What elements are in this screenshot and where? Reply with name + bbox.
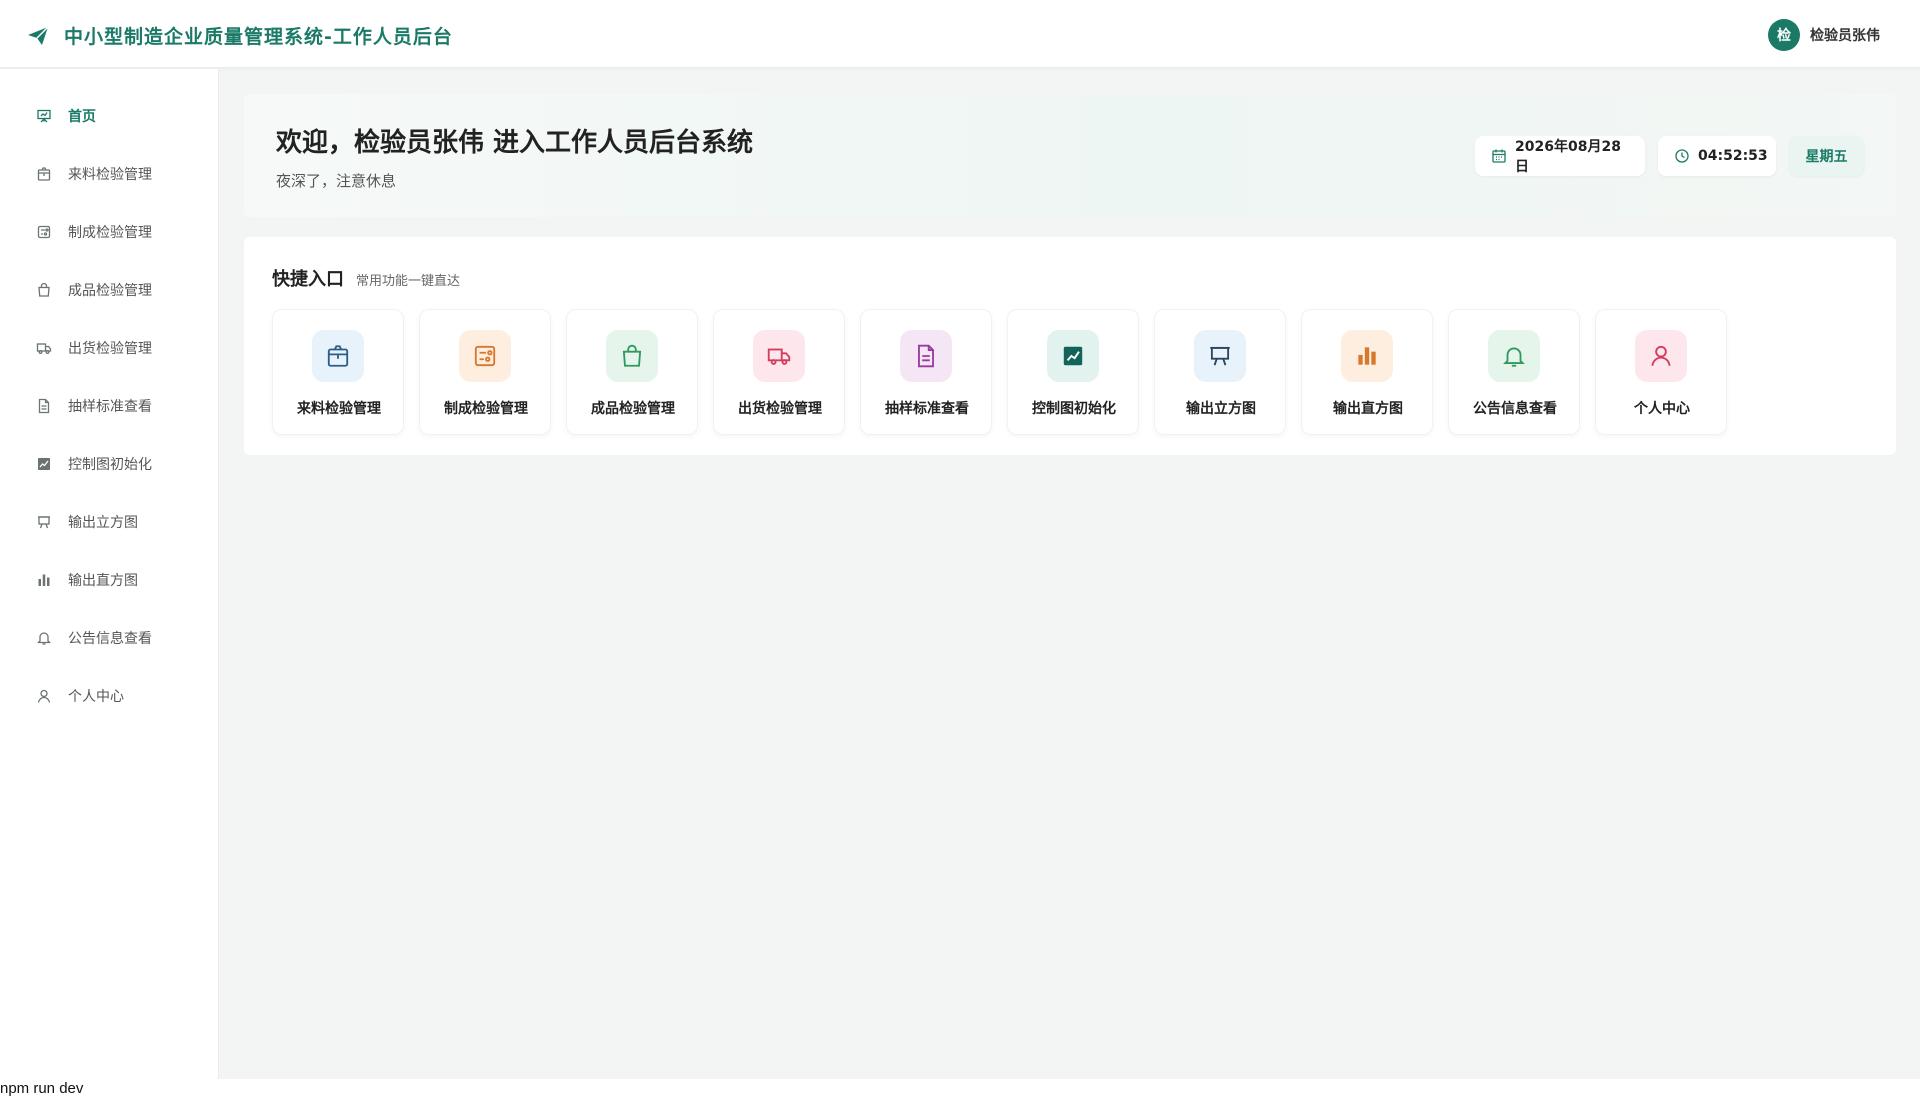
process-icon <box>459 330 511 382</box>
quick-card-announcements[interactable]: 公告信息查看 <box>1448 309 1580 435</box>
sidebar-item-label: 公告信息查看 <box>68 631 152 647</box>
quick-card-histogram[interactable]: 输出直方图 <box>1301 309 1433 435</box>
chart-icon <box>1047 330 1099 382</box>
bag-icon <box>36 282 52 298</box>
app-title: 中小型制造企业质量管理系统-工作人员后台 <box>64 26 453 48</box>
clock-icon <box>1674 148 1690 164</box>
user-menu[interactable]: 检 检验员张伟 <box>1768 19 1880 51</box>
quick-access-panel: 快捷入口 常用功能一键直达 来料检验管理 制成检验管理 成品检验管理 出货检验管… <box>244 237 1896 455</box>
date-pill: 2026年08月28日 <box>1475 136 1645 176</box>
quick-access-subtitle: 常用功能一键直达 <box>356 274 461 289</box>
quick-access-title: 快捷入口 <box>272 269 344 290</box>
sidebar-item-control-chart[interactable]: 控制图初始化 <box>0 444 219 484</box>
chart-icon <box>36 456 52 472</box>
sidebar-item-label: 控制图初始化 <box>68 457 152 473</box>
quick-card-profile[interactable]: 个人中心 <box>1595 309 1727 435</box>
sidebar-item-histogram[interactable]: 输出直方图 <box>0 560 219 600</box>
document-icon <box>900 330 952 382</box>
quick-card-incoming-inspection[interactable]: 来料检验管理 <box>272 309 404 435</box>
bell-icon <box>1488 330 1540 382</box>
sidebar-item-finished-inspection[interactable]: 成品检验管理 <box>0 270 219 310</box>
truck-icon <box>36 340 52 356</box>
sidebar-item-process-inspection[interactable]: 制成检验管理 <box>0 212 219 252</box>
calendar-icon <box>1491 148 1507 164</box>
truck-icon <box>753 330 805 382</box>
welcome-banner: 欢迎，检验员张伟 进入工作人员后台系统 夜深了，注意休息 2026年08月28日… <box>244 94 1896 217</box>
paper-plane-icon <box>26 24 50 48</box>
avatar[interactable]: 检 <box>1768 19 1800 51</box>
quick-card-label: 个人中心 <box>1634 401 1690 417</box>
quick-card-label: 抽样标准查看 <box>885 401 969 417</box>
quick-card-finished-inspection[interactable]: 成品检验管理 <box>566 309 698 435</box>
sidebar-item-profile[interactable]: 个人中心 <box>0 676 219 716</box>
top-bar: 中小型制造企业质量管理系统-工作人员后台 检 检验员张伟 <box>0 0 1920 68</box>
sidebar-item-label: 抽样标准查看 <box>68 399 152 415</box>
box-icon <box>36 166 52 182</box>
user-name[interactable]: 检验员张伟 <box>1810 25 1880 45</box>
quick-card-label: 出货检验管理 <box>738 401 822 417</box>
sidebar-item-home[interactable]: 首页 <box>0 96 219 136</box>
sidebar-item-cube-chart[interactable]: 输出立方图 <box>0 502 219 542</box>
sidebar-item-label: 出货检验管理 <box>68 341 152 357</box>
quick-card-label: 控制图初始化 <box>1032 401 1116 417</box>
sidebar-item-label: 成品检验管理 <box>68 283 152 299</box>
sidebar-item-label: 制成检验管理 <box>68 225 152 241</box>
quick-card-control-chart[interactable]: 控制图初始化 <box>1007 309 1139 435</box>
sidebar-item-label: 首页 <box>68 109 96 125</box>
quick-card-shipping-inspection[interactable]: 出货检验管理 <box>713 309 845 435</box>
sidebar: 首页 来料检验管理 制成检验管理 成品检验管理 出货检验管理 抽样标准查看 控制… <box>0 69 219 1080</box>
quick-card-label: 制成检验管理 <box>444 401 528 417</box>
quick-card-label: 成品检验管理 <box>591 401 675 417</box>
box-icon <box>312 330 364 382</box>
terminal-overlay-text: npm run dev <box>0 1079 1920 1098</box>
current-weekday: 星期五 <box>1805 149 1848 165</box>
bar-chart-icon <box>1341 330 1393 382</box>
document-icon <box>36 398 52 414</box>
sidebar-item-shipping-inspection[interactable]: 出货检验管理 <box>0 328 219 368</box>
brand[interactable]: 中小型制造企业质量管理系统-工作人员后台 <box>26 22 453 49</box>
welcome-subtitle: 夜深了，注意休息 <box>276 172 397 190</box>
time-pill: 04:52:53 <box>1658 136 1776 176</box>
easel-icon <box>36 514 52 530</box>
current-date: 2026年08月28日 <box>1515 139 1621 175</box>
presentation-icon <box>36 108 52 124</box>
current-time: 04:52:53 <box>1698 148 1768 164</box>
user-icon <box>36 688 52 704</box>
bell-icon <box>36 630 52 646</box>
bag-icon <box>606 330 658 382</box>
process-icon <box>36 224 52 240</box>
welcome-heading: 欢迎，检验员张伟 进入工作人员后台系统 <box>276 128 754 158</box>
sidebar-item-label: 个人中心 <box>68 689 124 705</box>
sidebar-item-announcements[interactable]: 公告信息查看 <box>0 618 219 658</box>
weekday-pill: 星期五 <box>1789 136 1864 176</box>
quick-card-cube-chart[interactable]: 输出立方图 <box>1154 309 1286 435</box>
quick-card-label: 输出直方图 <box>1333 401 1403 417</box>
user-icon <box>1635 330 1687 382</box>
sidebar-item-label: 输出立方图 <box>68 515 138 531</box>
sidebar-item-label: 输出直方图 <box>68 573 138 589</box>
sidebar-item-label: 来料检验管理 <box>68 167 152 183</box>
easel-icon <box>1194 330 1246 382</box>
quick-card-process-inspection[interactable]: 制成检验管理 <box>419 309 551 435</box>
bar-chart-icon <box>36 572 52 588</box>
quick-card-label: 输出立方图 <box>1186 401 1256 417</box>
quick-card-label: 公告信息查看 <box>1473 401 1557 417</box>
quick-card-sampling-standard[interactable]: 抽样标准查看 <box>860 309 992 435</box>
sidebar-item-sampling-standard[interactable]: 抽样标准查看 <box>0 386 219 426</box>
sidebar-item-incoming-inspection[interactable]: 来料检验管理 <box>0 154 219 194</box>
quick-card-label: 来料检验管理 <box>297 401 381 417</box>
